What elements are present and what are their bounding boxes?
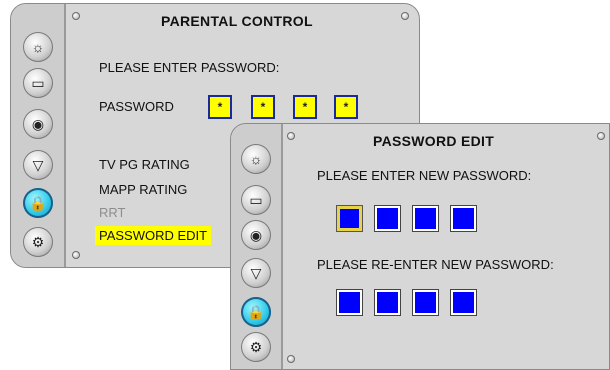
menu-item-tv-pg-rating[interactable]: TV PG RATING <box>99 157 190 172</box>
menu-item-mapp-rating[interactable]: MAPP RATING <box>99 182 187 197</box>
icon-column: ☼ ▭ ◉ ▽ 🔒 ⚙ <box>231 124 283 369</box>
tv-icon[interactable]: ▭ <box>241 185 271 215</box>
channel-icon[interactable]: ▽ <box>241 258 271 288</box>
screw-icon <box>72 251 80 259</box>
menu-item-rrt[interactable]: RRT <box>99 205 125 220</box>
password-char-3[interactable]: * <box>293 95 317 119</box>
reenter-password-box-2[interactable] <box>375 290 400 315</box>
reenter-password-box-1[interactable] <box>337 290 362 315</box>
tv-icon[interactable]: ▭ <box>23 68 53 98</box>
new-password-box-4[interactable] <box>451 206 476 231</box>
new-password-prompt: PLEASE ENTER NEW PASSWORD: <box>317 168 532 183</box>
speaker-icon[interactable]: ◉ <box>241 220 271 250</box>
password-char-1[interactable]: * <box>208 95 232 119</box>
screw-icon <box>401 12 409 20</box>
menu-item-password-edit[interactable]: PASSWORD EDIT <box>95 226 212 245</box>
screw-icon <box>287 132 295 140</box>
password-char-2[interactable]: * <box>251 95 275 119</box>
password-char-4[interactable]: * <box>334 95 358 119</box>
screw-icon <box>597 132 605 140</box>
reenter-password-prompt: PLEASE RE-ENTER NEW PASSWORD: <box>317 257 554 272</box>
password-prompt: PLEASE ENTER PASSWORD: <box>99 60 280 75</box>
new-password-box-1[interactable] <box>337 206 362 231</box>
window-title: PARENTAL CONTROL <box>161 13 313 29</box>
reenter-password-box-4[interactable] <box>451 290 476 315</box>
screw-icon <box>287 355 295 363</box>
new-password-box-3[interactable] <box>413 206 438 231</box>
lock-icon[interactable]: 🔒 <box>23 188 53 218</box>
window-title: PASSWORD EDIT <box>373 133 495 149</box>
setup-icon[interactable]: ⚙ <box>23 227 53 257</box>
channel-icon[interactable]: ▽ <box>23 150 53 180</box>
screw-icon <box>72 12 80 20</box>
new-password-box-2[interactable] <box>375 206 400 231</box>
setup-icon[interactable]: ⚙ <box>241 332 271 362</box>
picture-icon[interactable]: ☼ <box>23 32 53 62</box>
password-edit-window: ☼ ▭ ◉ ▽ 🔒 ⚙ PASSWORD EDIT PLEASE ENTER N… <box>230 123 610 370</box>
reenter-password-box-3[interactable] <box>413 290 438 315</box>
speaker-icon[interactable]: ◉ <box>23 109 53 139</box>
lock-icon[interactable]: 🔒 <box>241 297 271 327</box>
icon-column: ☼ ▭ ◉ ▽ 🔒 ⚙ <box>11 4 66 267</box>
password-label: PASSWORD <box>99 99 174 114</box>
picture-icon[interactable]: ☼ <box>241 144 271 174</box>
